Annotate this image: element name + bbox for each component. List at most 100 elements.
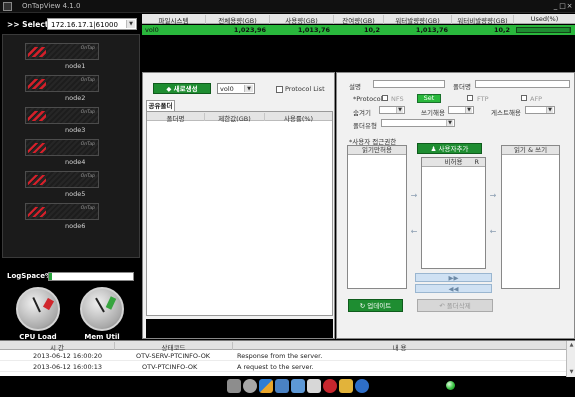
window-title: OnTapView 4.1.0 bbox=[22, 2, 81, 10]
read-only-list[interactable]: 읽기만허용 bbox=[347, 145, 407, 289]
logspace-label: LogSpace% bbox=[7, 272, 52, 280]
read-write-list[interactable]: 읽기 & 쓰기 bbox=[501, 145, 560, 289]
node-item[interactable]: OnTap node6 bbox=[25, 203, 99, 233]
alert-icon[interactable] bbox=[339, 379, 353, 393]
left-arrow-icon[interactable]: ← bbox=[408, 226, 420, 238]
server-icon: OnTap bbox=[25, 107, 99, 124]
info-icon[interactable] bbox=[355, 379, 369, 393]
ftp-checkbox[interactable] bbox=[467, 95, 473, 101]
share-status-area bbox=[146, 319, 333, 338]
chevron-up-icon[interactable]: ▲ bbox=[568, 342, 575, 349]
power-icon[interactable] bbox=[323, 379, 337, 393]
node-item[interactable]: OnTap node1 bbox=[25, 43, 99, 73]
column-header: 사용량(GB) bbox=[270, 15, 334, 25]
afp-label: AFP bbox=[530, 95, 543, 103]
log-table-header: 시 간 상태코드 내 용 bbox=[0, 341, 566, 352]
log-time: 2013-06-12 16:00:20 bbox=[33, 352, 103, 360]
gear-icon[interactable] bbox=[243, 379, 257, 393]
share-folder-panel: ◆ 새로생성 vol0 ▼ Protocol List 공유폴더 폴더명 제한값… bbox=[142, 72, 335, 339]
network-icon[interactable] bbox=[291, 379, 305, 393]
column-header: 사용률(%) bbox=[283, 115, 314, 123]
table-row[interactable]: 2013-06-12 16:00:13 OTV-PTCINFO-OK A req… bbox=[0, 362, 566, 372]
column-header: 파일시스템 bbox=[142, 15, 206, 25]
node-label: node3 bbox=[65, 126, 86, 134]
nfs-label: NFS bbox=[391, 95, 404, 103]
minimize-button[interactable]: _ bbox=[552, 3, 559, 10]
node-label: node6 bbox=[65, 222, 86, 230]
chevron-down-icon[interactable]: ▼ bbox=[568, 369, 575, 376]
nfs-checkbox[interactable] bbox=[382, 95, 388, 101]
mem-gauge-icon bbox=[80, 287, 124, 331]
node-item[interactable]: OnTap node2 bbox=[25, 75, 99, 105]
column-header: Used(%) bbox=[530, 15, 559, 23]
write-label: 쓰기해용 bbox=[421, 109, 445, 117]
printer-icon[interactable] bbox=[307, 379, 321, 393]
r-column: R bbox=[474, 158, 479, 166]
logspace-bar bbox=[48, 272, 134, 281]
server-select-row: >> Select 172.16.17.1|61000 ▼ bbox=[7, 18, 137, 31]
hide-select[interactable]: ▼ bbox=[379, 106, 405, 114]
config-icon[interactable] bbox=[227, 379, 241, 393]
log-scrollbar[interactable]: ▲ ▼ bbox=[566, 341, 575, 377]
server-icon: OnTap bbox=[25, 139, 99, 156]
move-all-left-button[interactable]: ◀◀ bbox=[415, 284, 492, 293]
new-create-button[interactable]: ◆ 새로생성 bbox=[153, 83, 211, 94]
left-arrow-icon[interactable]: ← bbox=[487, 226, 499, 238]
monitor-icon[interactable] bbox=[275, 379, 289, 393]
status-indicator-icon bbox=[446, 381, 455, 390]
node-item[interactable]: OnTap node5 bbox=[25, 171, 99, 201]
volume-name: vol0 bbox=[145, 26, 159, 34]
ftp-label: FTP bbox=[477, 95, 489, 103]
title-bar: OnTapView 4.1.0 _ □ × bbox=[0, 0, 575, 13]
folder-type-select[interactable]: ▼ bbox=[381, 119, 455, 127]
close-button[interactable]: × bbox=[566, 3, 573, 10]
user-icon: ♟ bbox=[430, 145, 439, 153]
column-header: 시 간 bbox=[0, 342, 115, 352]
node-item[interactable]: OnTap node3 bbox=[25, 107, 99, 137]
chevron-down-icon[interactable]: ▼ bbox=[126, 20, 135, 28]
write-select[interactable]: ▼ bbox=[448, 106, 474, 114]
server-select[interactable]: 172.16.17.1|61000 ▼ bbox=[47, 18, 137, 30]
set-button[interactable]: Set bbox=[417, 94, 441, 103]
select-label: >> Select bbox=[7, 20, 49, 29]
node-item[interactable]: OnTap node4 bbox=[25, 139, 99, 169]
column-header: 제한값(GB) bbox=[205, 113, 265, 123]
folder-name-label: 폴더명 bbox=[453, 83, 471, 91]
deny-column: 비허용 bbox=[444, 158, 463, 166]
tab-share-folder[interactable]: 공유폴더 bbox=[146, 100, 175, 111]
server-icon: OnTap bbox=[25, 171, 99, 188]
share-folder-list[interactable]: 폴더명 제한값(GB) 사용률(%) bbox=[146, 111, 333, 316]
guest-select[interactable]: ▼ bbox=[525, 106, 555, 114]
afp-checkbox[interactable] bbox=[521, 95, 527, 101]
right-arrow-icon[interactable]: → bbox=[408, 190, 420, 202]
app-icon bbox=[3, 2, 12, 11]
read-only-title: 읽기만허용 bbox=[348, 146, 406, 155]
protocol-list-checkbox[interactable] bbox=[276, 86, 283, 93]
log-message: A request to the server. bbox=[237, 363, 314, 371]
chevron-down-icon[interactable]: ▼ bbox=[244, 85, 253, 92]
update-button[interactable]: ↻ 업데이트 bbox=[348, 299, 403, 312]
user-list[interactable]: 비허용 R bbox=[421, 157, 486, 269]
volume-select[interactable]: vol0 ▼ bbox=[217, 83, 255, 94]
description-field[interactable] bbox=[373, 80, 445, 88]
log-time: 2013-06-12 16:00:13 bbox=[33, 363, 103, 371]
column-header: 상태코드 bbox=[115, 342, 233, 352]
folder-name-field[interactable] bbox=[475, 80, 570, 88]
right-arrow-icon[interactable]: → bbox=[487, 190, 499, 202]
folder-type-label: 폴더유형 bbox=[353, 122, 377, 130]
maximize-button[interactable]: □ bbox=[559, 3, 566, 10]
read-write-title: 읽기 & 쓰기 bbox=[502, 146, 559, 155]
column-header: 폴더명 bbox=[147, 113, 205, 123]
chevron-down-icon[interactable]: ▼ bbox=[546, 107, 553, 113]
move-all-right-button[interactable]: ▶▶ bbox=[415, 273, 492, 282]
table-row[interactable]: 2013-06-12 16:00:20 OTV-SERV-PTCINFO-OK … bbox=[0, 351, 566, 361]
delete-folder-button[interactable]: ↶ 폴더삭제 bbox=[417, 299, 493, 312]
add-user-button[interactable]: ♟ 사용자추가 bbox=[417, 143, 482, 154]
column-header: 내 용 bbox=[392, 344, 407, 352]
arrows-icon[interactable] bbox=[259, 379, 273, 393]
chevron-down-icon[interactable]: ▼ bbox=[446, 120, 453, 126]
user-list-header: 비허용 R bbox=[422, 158, 485, 167]
chevron-down-icon[interactable]: ▼ bbox=[396, 107, 403, 113]
chevron-down-icon[interactable]: ▼ bbox=[465, 107, 472, 113]
table-row[interactable]: vol0 1,023,96 1,013,76 10,2 1,013,76 10,… bbox=[142, 25, 575, 35]
